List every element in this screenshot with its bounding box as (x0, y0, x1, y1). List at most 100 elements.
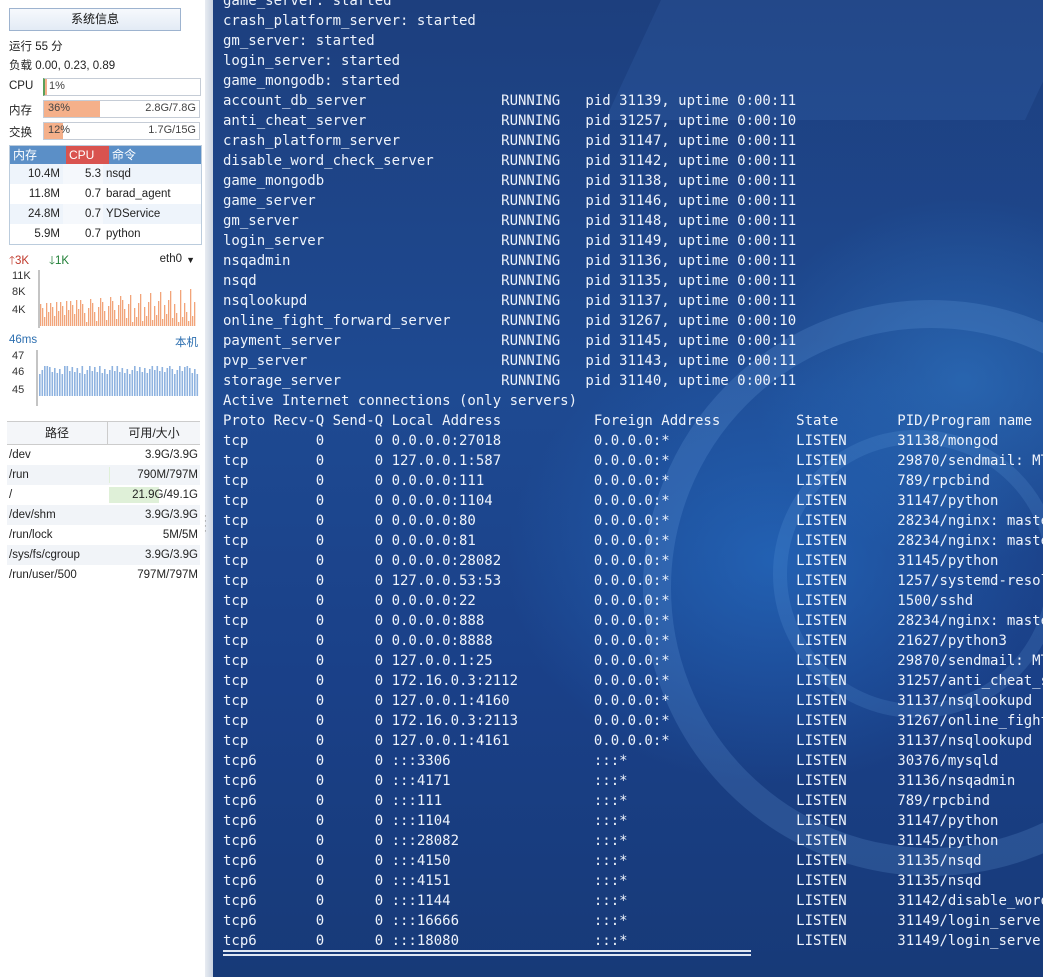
disk-path: /run (9, 469, 29, 481)
cpu-label: CPU (9, 80, 34, 92)
disk-row[interactable]: /dev/shm 3.9G/3.9G (7, 505, 200, 525)
proc-header-mem[interactable]: 内存 (10, 146, 66, 164)
latency-bar (101, 373, 104, 396)
net-bar (152, 320, 154, 326)
conn-foreign: :::* (593, 773, 628, 789)
conn-local: :::16666 (391, 913, 459, 929)
latency-bar (56, 373, 59, 396)
disk-row[interactable]: /run/lock 5M/5M (7, 525, 200, 545)
service-name: gm_server (223, 213, 299, 229)
service-info: pid 31148, uptime 0:00:11 (585, 213, 797, 229)
disk-size-text: 5M/5M (162, 529, 198, 541)
latency-target[interactable]: 本机 (175, 334, 198, 350)
latency-bar (76, 368, 79, 396)
conn-local: 127.0.0.53:53 (391, 573, 502, 589)
disk-row[interactable]: /sys/fs/cgroup 3.9G/3.9G (7, 545, 200, 565)
col-sendq: Send-Q (332, 413, 384, 429)
conn-prog: 31267/online_fight_ (897, 713, 1043, 729)
conn-recvq: 0 (315, 673, 325, 689)
conn-foreign: :::* (593, 813, 628, 829)
conn-proto: tcp6 (223, 893, 257, 909)
net-bar (176, 313, 178, 326)
panel-splitter[interactable] (205, 0, 213, 977)
conn-recvq: 0 (315, 733, 325, 749)
service-info: pid 31257, uptime 0:00:10 (585, 113, 797, 129)
disk-row[interactable]: /dev 3.9G/3.9G (7, 445, 200, 465)
net-ytick-1: 11K (12, 270, 31, 282)
process-mem: 24.8M (28, 208, 60, 220)
conn-state: LISTEN (796, 433, 847, 449)
process-row[interactable]: 24.8M 0.7 YDService (10, 204, 201, 224)
process-row[interactable]: 5.9M 0.7 python (10, 224, 201, 244)
terminal[interactable]: game_server: started crash_platform_serve… (213, 0, 1043, 977)
latency-bar (69, 371, 71, 396)
conn-local: 0.0.0.0:28082 (391, 553, 502, 569)
latency-value: 46ms (9, 334, 38, 346)
conn-foreign: 0.0.0.0:* (593, 493, 670, 509)
disk-row[interactable]: / 21.9G/49.1G (7, 485, 200, 505)
service-state: RUNNING (501, 253, 561, 269)
conn-sendq: 0 (374, 893, 384, 909)
conn-foreign: 0.0.0.0:* (593, 433, 670, 449)
col-proto: Proto (223, 413, 266, 429)
service-name: disable_word_check_server (223, 153, 434, 169)
chevron-down-icon[interactable]: ▼ (186, 255, 195, 265)
conn-proto: tcp (223, 713, 249, 729)
conn-proto: tcp6 (223, 853, 257, 869)
conn-sendq: 0 (374, 853, 384, 869)
proc-header-cpu[interactable]: CPU (66, 146, 109, 164)
conn-proto: tcp (223, 573, 249, 589)
conn-foreign: 0.0.0.0:* (593, 713, 670, 729)
conn-state: LISTEN (796, 933, 847, 949)
service-state: RUNNING (501, 133, 561, 149)
latency-bar (179, 366, 181, 396)
conn-recvq: 0 (315, 753, 325, 769)
conn-proto: tcp (223, 593, 249, 609)
latency-bar (189, 368, 191, 396)
conn-prog: 31138/mongod (897, 433, 999, 449)
process-row[interactable]: 11.8M 0.7 barad_agent (10, 184, 201, 204)
disk-path: /dev/shm (9, 509, 56, 521)
disk-size: 797M/797M (109, 565, 200, 585)
conn-foreign: :::* (593, 893, 628, 909)
process-row[interactable]: 10.4M 5.3 nsqd (10, 164, 201, 184)
latency-bar (159, 371, 161, 396)
system-info-button[interactable]: 系统信息 (9, 8, 181, 31)
net-bar (138, 303, 140, 326)
process-cpu: 0.7 (63, 184, 103, 204)
process-mem: 11.8M (28, 188, 60, 200)
conn-state: LISTEN (796, 533, 847, 549)
net-bar (80, 300, 82, 326)
net-bar (108, 306, 110, 326)
splitter-grip-icon[interactable]: · · · · (204, 513, 208, 537)
latency-bar (71, 367, 74, 396)
conn-foreign: 0.0.0.0:* (593, 693, 670, 709)
net-bar (164, 305, 166, 326)
disk-header-size[interactable]: 可用/大小 (108, 422, 200, 444)
conn-state: LISTEN (796, 613, 847, 629)
conn-recvq: 0 (315, 493, 325, 509)
disk-size: 3.9G/3.9G (109, 445, 200, 465)
latency-bar (166, 368, 169, 396)
net-bar (132, 322, 134, 326)
conn-foreign: :::* (593, 833, 628, 849)
conn-recvq: 0 (315, 653, 325, 669)
latency-bar (146, 373, 149, 396)
conn-foreign: 0.0.0.0:* (593, 593, 670, 609)
proc-header-cmd[interactable]: 命令 (109, 146, 201, 164)
disk-row[interactable]: /run/user/500 797M/797M (7, 565, 200, 585)
latency-chart-svg (36, 350, 199, 406)
disk-header-path[interactable]: 路径 (7, 422, 108, 444)
started-text: login_server: started (223, 53, 401, 69)
latency-bar (59, 369, 61, 396)
conn-proto: tcp (223, 513, 249, 529)
network-header: 🡑3K 🡓1K eth0 ▼ (9, 253, 200, 269)
conn-proto: tcp6 (223, 793, 257, 809)
net-bar (162, 319, 164, 326)
net-bar (46, 303, 48, 326)
net-bar (170, 291, 172, 326)
conn-foreign: 0.0.0.0:* (593, 573, 670, 589)
conn-foreign: :::* (593, 853, 628, 869)
interface-select[interactable]: eth0 (160, 253, 182, 265)
disk-row[interactable]: /run 790M/797M (7, 465, 200, 485)
